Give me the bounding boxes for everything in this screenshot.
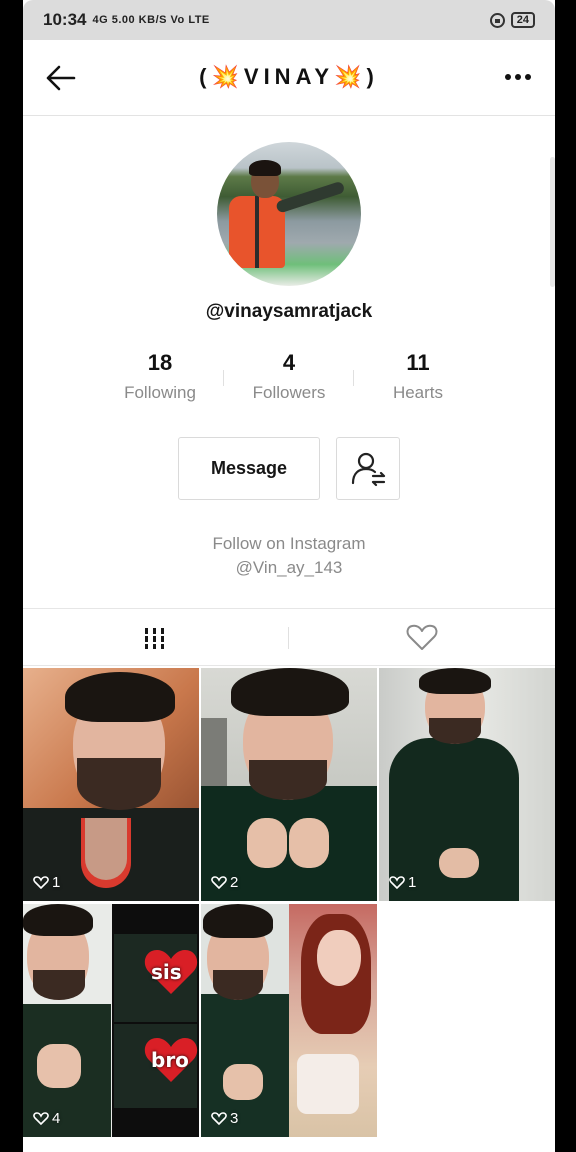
bottom-edge <box>23 1139 555 1152</box>
like-count-value: 3 <box>230 1110 239 1127</box>
scrollbar[interactable] <box>550 157 555 287</box>
profile-stats: 18 Following 4 Followers 11 Hearts <box>23 350 555 410</box>
profile-bio: Follow on Instagram @Vin_ay_143 <box>23 532 555 580</box>
more-dots-icon <box>505 74 511 80</box>
stat-hearts[interactable]: 11 Hearts <box>353 350 483 403</box>
heart-icon <box>211 1112 227 1126</box>
like-count: 3 <box>211 1110 238 1127</box>
signal-indicators: 4G 5.00 KB/S Vo LTE <box>92 14 210 26</box>
stat-value: 11 <box>406 350 430 375</box>
status-bar: 10:34 4G 5.00 KB/S Vo LTE 24 <box>23 0 555 40</box>
heart-icon <box>33 1112 49 1126</box>
video-thumbnail[interactable]: 1 <box>23 668 199 901</box>
sticker-sis: sis <box>151 960 182 984</box>
stat-label: Following <box>124 383 196 402</box>
like-count-value: 4 <box>52 1110 61 1127</box>
video-thumbnail[interactable]: 1 <box>379 668 555 901</box>
grid-bars-icon <box>145 628 164 649</box>
video-thumbnail[interactable]: 2 <box>201 668 377 901</box>
content-tabs <box>23 608 555 666</box>
bio-line: Follow on Instagram <box>212 534 366 553</box>
message-button[interactable]: Message <box>178 437 320 500</box>
lock-rotation-icon <box>489 12 505 28</box>
more-options-button[interactable] <box>505 74 531 80</box>
instagram-handle[interactable]: @Vin_ay_143 <box>23 556 555 580</box>
stat-value: 4 <box>282 350 296 375</box>
video-thumbnail[interactable]: sis bro 4 <box>23 904 199 1137</box>
stat-label: Followers <box>252 383 326 402</box>
stat-followers[interactable]: 4 Followers <box>224 350 354 403</box>
heart-icon <box>211 876 227 890</box>
like-count: 1 <box>33 874 60 891</box>
page-title: (💥VINAY💥) <box>199 64 379 89</box>
heart-outline-icon <box>406 624 438 650</box>
status-time: 10:34 <box>43 10 87 29</box>
heart-icon <box>33 876 49 890</box>
stat-value: 18 <box>147 350 173 375</box>
tab-liked[interactable] <box>289 609 555 667</box>
profile-screen: 10:34 4G 5.00 KB/S Vo LTE 24 (💥VINAY💥) @… <box>23 0 555 1152</box>
username: @vinaysamratjack <box>205 301 373 322</box>
like-count-value: 1 <box>52 874 61 891</box>
follow-user-button[interactable] <box>336 437 400 500</box>
like-count-value: 2 <box>230 874 239 891</box>
like-count: 4 <box>33 1110 60 1127</box>
tab-videos[interactable] <box>23 609 289 667</box>
profile-header: (💥VINAY💥) <box>23 40 555 116</box>
video-thumbnail[interactable]: 3 <box>201 904 377 1137</box>
like-count: 1 <box>389 874 416 891</box>
status-right: 24 <box>489 12 535 28</box>
avatar[interactable] <box>217 142 361 286</box>
user-follow-icon <box>351 452 386 487</box>
like-count-value: 1 <box>408 874 417 891</box>
heart-icon <box>389 876 405 890</box>
stat-following[interactable]: 18 Following <box>95 350 225 403</box>
battery-indicator: 24 <box>510 12 535 28</box>
stat-label: Hearts <box>392 383 444 402</box>
like-count: 2 <box>211 874 238 891</box>
sticker-bro: bro <box>151 1048 189 1072</box>
